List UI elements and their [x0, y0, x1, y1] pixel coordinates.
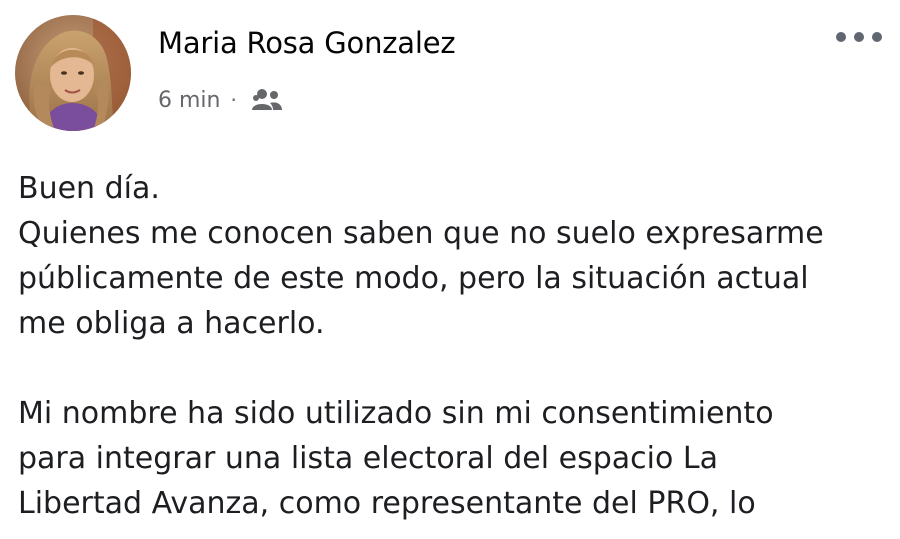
avatar[interactable] — [15, 15, 131, 131]
more-options-icon — [836, 32, 882, 42]
post-card: Maria Rosa Gonzalez 6 min · Buen día. Qu… — [0, 0, 900, 539]
post-paragraph-1: Buen día. Quienes me conocen saben que n… — [18, 171, 824, 341]
separator-dot: · — [230, 88, 237, 112]
friends-icon[interactable] — [249, 86, 283, 114]
post-paragraph-2: Mi nombre ha sido utilizado sin mi conse… — [18, 396, 774, 521]
post-meta: 6 min · — [158, 84, 283, 116]
more-options-button[interactable] — [828, 22, 890, 52]
post-text: Buen día. Quienes me conocen saben que n… — [18, 166, 888, 526]
timestamp[interactable]: 6 min — [158, 88, 220, 113]
author-name[interactable]: Maria Rosa Gonzalez — [158, 26, 456, 60]
avatar-image — [15, 15, 131, 131]
